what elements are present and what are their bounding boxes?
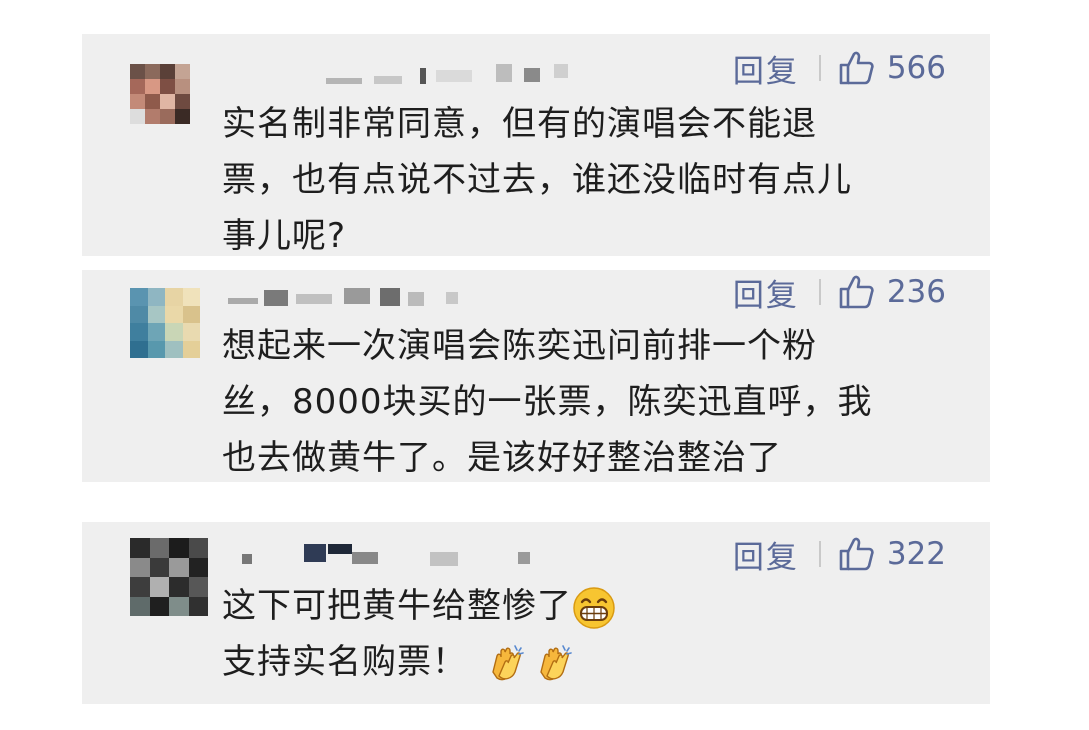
- thumbs-up-icon: [839, 275, 874, 309]
- username-blurred[interactable]: [224, 284, 544, 308]
- like-button[interactable]: 566: [839, 50, 946, 86]
- comment-line: 想起来一次演唱会陈奕迅问前排一个粉: [222, 326, 817, 366]
- comment-actions: 回复 566: [733, 46, 946, 91]
- like-button[interactable]: 236: [839, 274, 946, 310]
- comment-card: 回复 566 实名制非常同意，但有的演唱会不能退 票，也有点说不过去，谁还没临时…: [82, 34, 990, 256]
- comment-actions: 回复 236: [733, 270, 946, 315]
- avatar[interactable]: [130, 538, 208, 616]
- clapping-hands-emoji: [485, 642, 529, 686]
- comment-line: 实名制非常同意，但有的演唱会不能退: [222, 104, 817, 144]
- username-blurred[interactable]: [224, 544, 544, 568]
- comment-text: 想起来一次演唱会陈奕迅问前排一个粉 丝，8000块买的一张票，陈奕迅直呼，我 也…: [222, 318, 950, 486]
- reply-button[interactable]: 回复: [733, 532, 799, 577]
- avatar[interactable]: [130, 288, 200, 358]
- like-button[interactable]: 322: [839, 536, 946, 572]
- avatar[interactable]: [130, 64, 190, 124]
- username-blurred[interactable]: [224, 62, 568, 86]
- comment-card: 回复 236 想起来一次演唱会陈奕迅问前排一个粉 丝，8000块买的一张票，陈奕…: [82, 270, 990, 482]
- divider: [818, 55, 821, 81]
- comment-card: 回复 322 这下可把黄牛给整惨了 支持实名购票！: [82, 522, 990, 704]
- reply-button[interactable]: 回复: [733, 270, 799, 315]
- comment-line: 也去做黄牛了。是该好好整治整治了: [222, 438, 782, 478]
- comment-actions: 回复 322: [733, 532, 946, 577]
- divider: [818, 541, 821, 567]
- comment-line: 支持实名购票！: [222, 642, 467, 682]
- thumbs-up-icon: [839, 51, 874, 85]
- comment-line: 这下可把黄牛给整惨了: [222, 586, 572, 626]
- comment-line-with-emoji: 这下可把黄牛给整惨了: [222, 578, 950, 634]
- clapping-hands-emoji: [533, 642, 577, 686]
- reply-button[interactable]: 回复: [733, 46, 799, 91]
- like-count: 322: [886, 536, 946, 572]
- grinning-face-emoji: [572, 586, 616, 630]
- comment-line-with-emoji: 支持实名购票！: [222, 634, 950, 690]
- comment-line: 丝，8000块买的一张票，陈奕迅直呼，我: [222, 382, 873, 422]
- comment-line: 事儿呢?: [222, 216, 347, 256]
- comment-text: 实名制非常同意，但有的演唱会不能退 票，也有点说不过去，谁还没临时有点儿 事儿呢…: [222, 96, 950, 264]
- like-count: 236: [886, 274, 946, 310]
- comment-line: 票，也有点说不过去，谁还没临时有点儿: [222, 160, 852, 200]
- like-count: 566: [886, 50, 946, 86]
- thumbs-up-icon: [839, 537, 874, 571]
- divider: [818, 279, 821, 305]
- comment-text: 这下可把黄牛给整惨了 支持实名购票！: [222, 578, 950, 690]
